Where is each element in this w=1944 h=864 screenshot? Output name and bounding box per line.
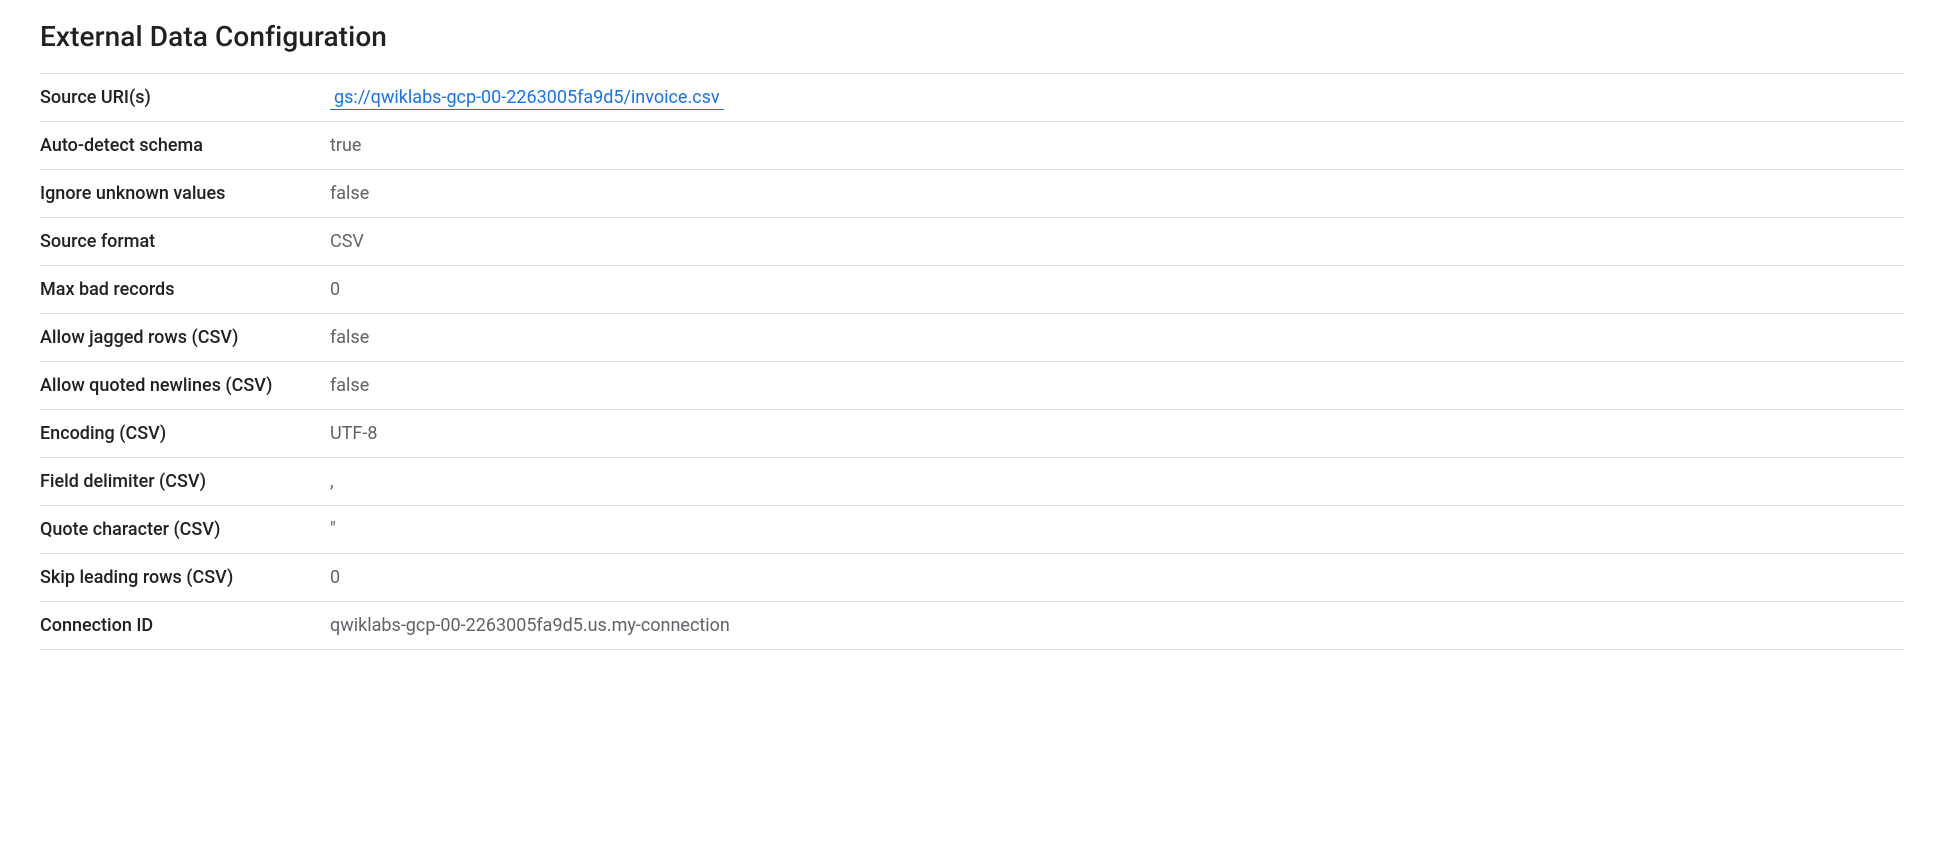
config-label: Source URI(s) — [40, 74, 330, 122]
config-row: Skip leading rows (CSV)0 — [40, 554, 1904, 602]
section-title: External Data Configuration — [40, 20, 1904, 53]
config-value: gs://qwiklabs-gcp-00-2263005fa9d5/invoic… — [330, 74, 1904, 122]
config-value: CSV — [330, 218, 1904, 266]
config-row: Field delimiter (CSV), — [40, 458, 1904, 506]
config-label: Max bad records — [40, 266, 330, 314]
config-row: Quote character (CSV)" — [40, 506, 1904, 554]
config-value: , — [330, 458, 1904, 506]
config-row: Source URI(s)gs://qwiklabs-gcp-00-226300… — [40, 74, 1904, 122]
config-label: Field delimiter (CSV) — [40, 458, 330, 506]
config-value: qwiklabs-gcp-00-2263005fa9d5.us.my-conne… — [330, 602, 1904, 650]
config-row: Source formatCSV — [40, 218, 1904, 266]
config-value: " — [330, 506, 1904, 554]
config-row: Max bad records0 — [40, 266, 1904, 314]
config-value: false — [330, 362, 1904, 410]
config-value: false — [330, 314, 1904, 362]
config-value: 0 — [330, 266, 1904, 314]
config-row: Connection IDqwiklabs-gcp-00-2263005fa9d… — [40, 602, 1904, 650]
config-value: UTF-8 — [330, 410, 1904, 458]
config-value: true — [330, 122, 1904, 170]
config-label: Quote character (CSV) — [40, 506, 330, 554]
config-label: Ignore unknown values — [40, 170, 330, 218]
config-row: Ignore unknown valuesfalse — [40, 170, 1904, 218]
config-value: false — [330, 170, 1904, 218]
config-label: Allow jagged rows (CSV) — [40, 314, 330, 362]
config-label: Skip leading rows (CSV) — [40, 554, 330, 602]
config-label: Encoding (CSV) — [40, 410, 330, 458]
config-row: Allow jagged rows (CSV)false — [40, 314, 1904, 362]
config-label: Source format — [40, 218, 330, 266]
config-label: Auto-detect schema — [40, 122, 330, 170]
config-row: Allow quoted newlines (CSV)false — [40, 362, 1904, 410]
config-label: Connection ID — [40, 602, 330, 650]
config-row: Auto-detect schematrue — [40, 122, 1904, 170]
source-uri-link[interactable]: gs://qwiklabs-gcp-00-2263005fa9d5/invoic… — [330, 87, 724, 110]
config-value: 0 — [330, 554, 1904, 602]
config-label: Allow quoted newlines (CSV) — [40, 362, 330, 410]
external-data-config-table: Source URI(s)gs://qwiklabs-gcp-00-226300… — [40, 73, 1904, 650]
config-row: Encoding (CSV)UTF-8 — [40, 410, 1904, 458]
